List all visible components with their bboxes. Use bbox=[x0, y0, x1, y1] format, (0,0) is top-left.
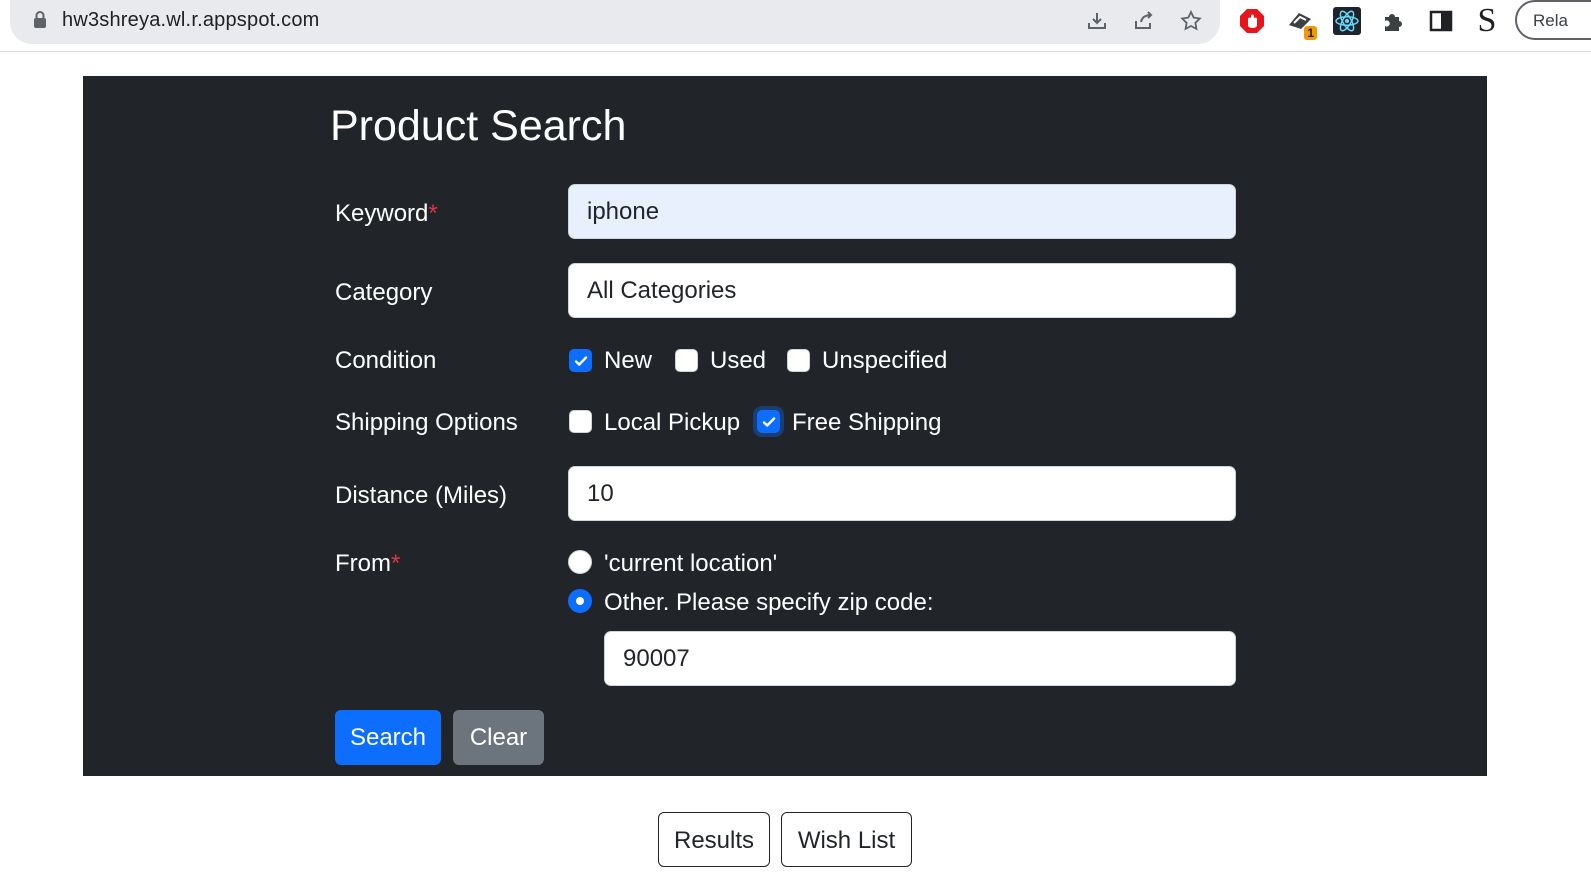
extension-badge: 1 bbox=[1304, 26, 1317, 40]
adblock-extension-icon[interactable] bbox=[1237, 6, 1267, 36]
condition-unspecified-label[interactable]: Unspecified bbox=[822, 347, 947, 375]
browser-toolbar: hw3shreya.wl.r.appspot.com 1 S Rela bbox=[0, 0, 1591, 52]
zip-code-input[interactable]: 90007 bbox=[604, 631, 1236, 686]
wallet-extension-icon[interactable]: 1 bbox=[1285, 6, 1317, 40]
relaunch-button[interactable]: Rela bbox=[1515, 0, 1591, 40]
react-devtools-icon[interactable] bbox=[1332, 6, 1362, 36]
condition-new-label[interactable]: New bbox=[604, 347, 652, 375]
condition-new-checkbox[interactable] bbox=[569, 349, 592, 372]
from-label: From* bbox=[335, 550, 400, 578]
extensions-puzzle-icon[interactable] bbox=[1379, 6, 1409, 36]
wish-list-button[interactable]: Wish List bbox=[781, 812, 912, 867]
page-title: Product Search bbox=[330, 102, 627, 150]
from-label-text: From bbox=[335, 550, 391, 577]
clear-button[interactable]: Clear bbox=[453, 710, 544, 765]
current-location-radio[interactable] bbox=[568, 550, 592, 574]
search-button[interactable]: Search bbox=[335, 710, 441, 765]
bookmark-star-icon[interactable] bbox=[1178, 8, 1204, 34]
distance-label: Distance (Miles) bbox=[335, 482, 508, 509]
install-app-icon[interactable] bbox=[1084, 8, 1110, 34]
checkmark-icon bbox=[762, 417, 776, 427]
other-zip-radio[interactable] bbox=[568, 589, 592, 613]
share-icon[interactable] bbox=[1131, 8, 1157, 34]
distance-input[interactable]: 10 bbox=[568, 466, 1236, 521]
checkmark-icon bbox=[574, 356, 588, 366]
free-shipping-label[interactable]: Free Shipping bbox=[792, 409, 941, 437]
keyword-input[interactable]: iphone bbox=[568, 184, 1236, 239]
other-zip-label[interactable]: Other. Please specify zip code: bbox=[604, 589, 934, 617]
side-panel-icon[interactable] bbox=[1426, 6, 1456, 36]
url-text[interactable]: hw3shreya.wl.r.appspot.com bbox=[62, 9, 320, 32]
required-asterisk: * bbox=[428, 200, 438, 227]
condition-used-checkbox[interactable] bbox=[675, 349, 698, 372]
profile-avatar[interactable]: S bbox=[1472, 2, 1502, 39]
keyword-label-text: Keyword bbox=[335, 200, 429, 227]
lock-icon[interactable] bbox=[32, 10, 48, 30]
condition-used-label[interactable]: Used bbox=[710, 347, 766, 375]
local-pickup-checkbox[interactable] bbox=[569, 410, 592, 433]
local-pickup-label[interactable]: Local Pickup bbox=[604, 409, 740, 437]
free-shipping-checkbox[interactable] bbox=[757, 410, 780, 433]
required-asterisk: * bbox=[391, 550, 401, 577]
condition-unspecified-checkbox[interactable] bbox=[787, 349, 810, 372]
condition-label: Condition bbox=[335, 347, 437, 374]
current-location-label[interactable]: 'current location' bbox=[604, 550, 777, 578]
keyword-label: Keyword* bbox=[335, 200, 438, 228]
shipping-label: Shipping Options bbox=[335, 409, 518, 436]
results-button[interactable]: Results bbox=[658, 812, 770, 867]
category-label: Category bbox=[335, 279, 433, 306]
address-bar[interactable]: hw3shreya.wl.r.appspot.com bbox=[10, 0, 1220, 44]
category-select[interactable]: All Categories bbox=[568, 263, 1236, 318]
